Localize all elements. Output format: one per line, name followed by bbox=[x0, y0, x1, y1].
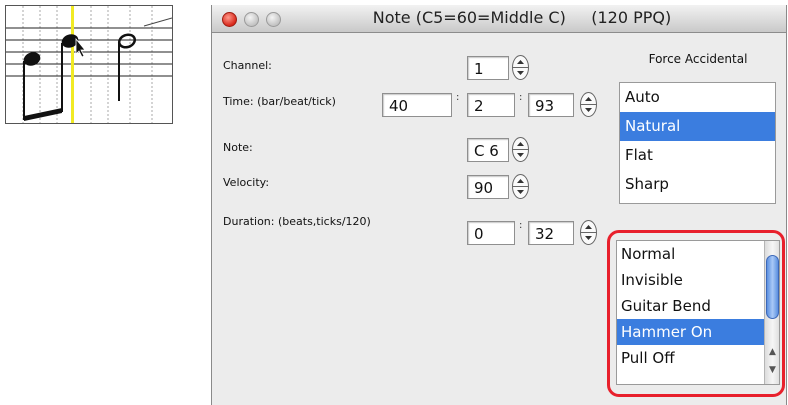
time-label: Time: (bar/beat/tick) bbox=[223, 95, 336, 108]
notation-list-scrollbar[interactable]: ▲ ▼ bbox=[764, 241, 779, 384]
staff-svg bbox=[6, 6, 172, 123]
time-bar-field[interactable]: 40 bbox=[382, 93, 452, 117]
note-field[interactable]: C 6 bbox=[467, 138, 509, 162]
velocity-field[interactable]: 90 bbox=[467, 175, 509, 199]
zoom-button[interactable] bbox=[266, 12, 281, 27]
velocity-stepper-icon[interactable] bbox=[512, 174, 529, 199]
notation-type-list[interactable]: Normal Invisible Guitar Bend Hammer On P… bbox=[616, 240, 780, 385]
notation-option-hammer-on[interactable]: Hammer On bbox=[617, 319, 764, 345]
force-accidental-list[interactable]: Auto Natural Flat Sharp bbox=[619, 82, 776, 204]
note-stepper-icon[interactable] bbox=[512, 137, 529, 162]
notation-excerpt[interactable] bbox=[5, 5, 173, 124]
time-beat-field[interactable]: 2 bbox=[467, 93, 515, 117]
scroll-up-icon[interactable]: ▲ bbox=[765, 346, 779, 358]
close-button[interactable] bbox=[222, 12, 237, 27]
channel-field[interactable]: 1 bbox=[467, 56, 509, 80]
accidental-option-natural[interactable]: Natural bbox=[620, 112, 775, 141]
minimize-button[interactable] bbox=[244, 12, 259, 27]
note-1 bbox=[23, 52, 41, 66]
duration-stepper-icon[interactable] bbox=[580, 220, 597, 245]
time-stepper-icon[interactable] bbox=[580, 92, 597, 117]
notation-option-pull-off[interactable]: Pull Off bbox=[617, 345, 764, 371]
note-3 bbox=[117, 33, 137, 49]
duration-label: Duration: (beats,ticks/120) bbox=[223, 215, 371, 228]
scroll-thumb[interactable] bbox=[766, 255, 779, 319]
force-accidental-label: Force Accidental bbox=[648, 52, 748, 66]
time-separator-2: : bbox=[519, 92, 523, 103]
title-bar[interactable]: Note (C5=60=Middle C) (120 PPQ) bbox=[212, 5, 786, 33]
time-tick-field[interactable]: 93 bbox=[528, 93, 574, 117]
scroll-down-icon[interactable]: ▼ bbox=[765, 364, 779, 376]
time-separator-1: : bbox=[456, 92, 460, 103]
notation-option-normal[interactable]: Normal bbox=[617, 241, 764, 267]
accidental-option-sharp[interactable]: Sharp bbox=[620, 170, 775, 199]
note-dialog: Note (C5=60=Middle C) (120 PPQ) Channel:… bbox=[211, 5, 787, 405]
note-label: Note: bbox=[223, 141, 253, 154]
window-title: Note (C5=60=Middle C) (120 PPQ) bbox=[372, 8, 672, 27]
cursor-arrow-icon bbox=[75, 37, 86, 58]
velocity-label: Velocity: bbox=[223, 176, 270, 189]
channel-stepper-icon[interactable] bbox=[512, 55, 529, 80]
accidental-option-flat[interactable]: Flat bbox=[620, 141, 775, 170]
duration-beats-field[interactable]: 0 bbox=[467, 221, 515, 245]
channel-label: Channel: bbox=[223, 59, 272, 72]
accidental-option-auto[interactable]: Auto bbox=[620, 83, 775, 112]
duration-separator: : bbox=[519, 220, 523, 231]
notation-option-guitar-bend[interactable]: Guitar Bend bbox=[617, 293, 764, 319]
duration-ticks-field[interactable]: 32 bbox=[528, 221, 574, 245]
playhead-marker bbox=[71, 6, 74, 123]
notation-option-invisible[interactable]: Invisible bbox=[617, 267, 764, 293]
